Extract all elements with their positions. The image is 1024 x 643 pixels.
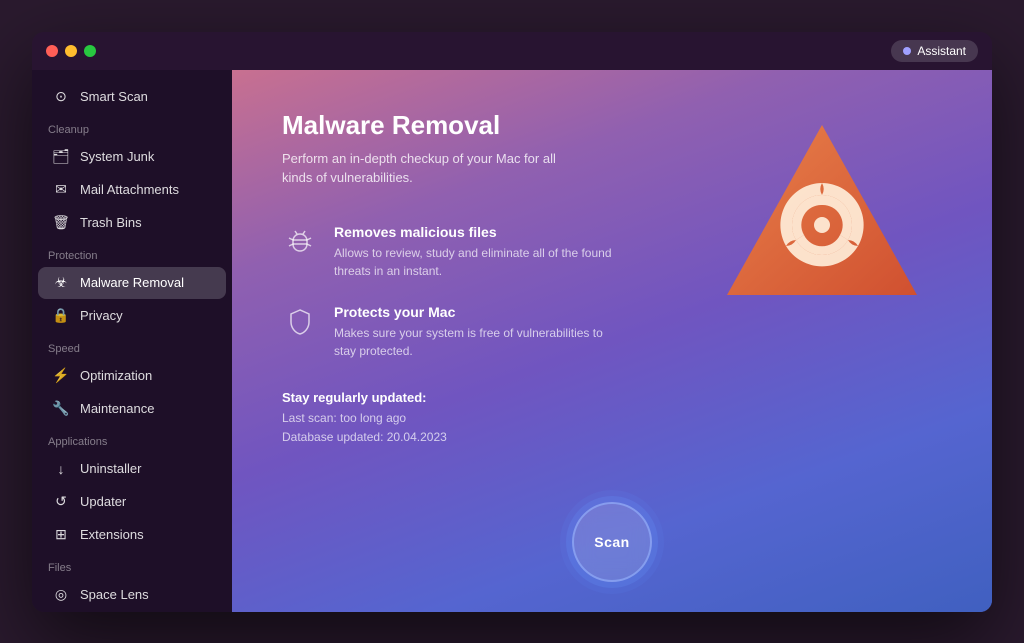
sidebar-item-uninstaller[interactable]: ↓ Uninstaller <box>38 453 226 485</box>
scan-info: Stay regularly updated: Last scan: too l… <box>282 390 942 447</box>
feature-description: Makes sure your system is free of vulner… <box>334 324 614 360</box>
sidebar-item-label: Space Lens <box>80 587 149 602</box>
sidebar-item-malware-removal[interactable]: ☣ Malware Removal <box>38 267 226 299</box>
updater-icon: ↺ <box>52 493 70 511</box>
uninstaller-icon: ↓ <box>52 460 70 478</box>
sidebar-item-space-lens[interactable]: ◎ Space Lens <box>38 579 226 611</box>
sidebar-item-label: Extensions <box>80 527 144 542</box>
fullscreen-button[interactable] <box>84 45 96 57</box>
sidebar-item-privacy[interactable]: 🔒 Privacy <box>38 300 226 332</box>
sidebar-item-extensions[interactable]: ⊞ Extensions <box>38 519 226 551</box>
sidebar-item-label: Maintenance <box>80 401 154 416</box>
traffic-lights <box>46 45 96 57</box>
biohazard-graphic <box>712 110 932 330</box>
sidebar-item-mail-attachments[interactable]: ✉ Mail Attachments <box>38 174 226 206</box>
sidebar-section-applications: Applications <box>32 426 232 452</box>
scan-info-title: Stay regularly updated: <box>282 390 942 405</box>
sidebar-item-maintenance[interactable]: 🔧 Maintenance <box>38 393 226 425</box>
assistant-label: Assistant <box>917 44 966 58</box>
sidebar-item-smart-scan[interactable]: ⊙ Smart Scan <box>38 81 226 113</box>
sidebar-item-label: Trash Bins <box>80 215 142 230</box>
scan-info-last-scan: Last scan: too long ago <box>282 409 942 428</box>
sidebar-item-label: Malware Removal <box>80 275 184 290</box>
assistant-dot <box>903 47 911 55</box>
scan-button[interactable]: Scan <box>572 502 652 582</box>
sidebar-item-label: Uninstaller <box>80 461 141 476</box>
app-window: Assistant ⊙ Smart Scan Cleanup 🗂 System … <box>32 32 992 612</box>
sidebar-item-updater[interactable]: ↺ Updater <box>38 486 226 518</box>
sidebar-section-protection: Protection <box>32 240 232 266</box>
feature-heading: Protects your Mac <box>334 304 614 320</box>
feature-removes-malicious-text: Removes malicious files Allows to review… <box>334 224 614 280</box>
sidebar-item-label: Privacy <box>80 308 123 323</box>
system-junk-icon: 🗂 <box>52 148 70 166</box>
smart-scan-icon: ⊙ <box>52 88 70 106</box>
page-subtitle: Perform an in-depth checkup of your Mac … <box>282 149 582 188</box>
close-button[interactable] <box>46 45 58 57</box>
maintenance-icon: 🔧 <box>52 400 70 418</box>
main-content: Malware Removal Perform an in-depth chec… <box>232 70 992 612</box>
bug-icon <box>282 224 318 260</box>
optimization-icon: ⚡ <box>52 367 70 385</box>
sidebar-item-optimization[interactable]: ⚡ Optimization <box>38 360 226 392</box>
assistant-button[interactable]: Assistant <box>891 40 978 62</box>
sidebar-item-label: Mail Attachments <box>80 182 179 197</box>
scan-info-database: Database updated: 20.04.2023 <box>282 428 942 447</box>
mail-icon: ✉ <box>52 181 70 199</box>
space-lens-icon: ◎ <box>52 586 70 604</box>
sidebar-section-speed: Speed <box>32 333 232 359</box>
scan-button-container: Scan <box>572 502 652 582</box>
titlebar: Assistant <box>32 32 992 70</box>
sidebar-item-label: Updater <box>80 494 126 509</box>
minimize-button[interactable] <box>65 45 77 57</box>
privacy-icon: 🔒 <box>52 307 70 325</box>
trash-icon: 🗑 <box>52 214 70 232</box>
sidebar-section-cleanup: Cleanup <box>32 114 232 140</box>
sidebar-item-label: System Junk <box>80 149 154 164</box>
sidebar-item-label: Optimization <box>80 368 152 383</box>
feature-heading: Removes malicious files <box>334 224 614 240</box>
extensions-icon: ⊞ <box>52 526 70 544</box>
sidebar-item-system-junk[interactable]: 🗂 System Junk <box>38 141 226 173</box>
sidebar: ⊙ Smart Scan Cleanup 🗂 System Junk ✉ Mai… <box>32 70 232 612</box>
feature-protects-mac-text: Protects your Mac Makes sure your system… <box>334 304 614 360</box>
sidebar-section-files: Files <box>32 552 232 578</box>
sidebar-item-label: Smart Scan <box>80 89 148 104</box>
feature-description: Allows to review, study and eliminate al… <box>334 244 614 280</box>
malware-icon: ☣ <box>52 274 70 292</box>
sidebar-item-trash-bins[interactable]: 🗑 Trash Bins <box>38 207 226 239</box>
content-area: ⊙ Smart Scan Cleanup 🗂 System Junk ✉ Mai… <box>32 70 992 612</box>
shield-icon <box>282 304 318 340</box>
